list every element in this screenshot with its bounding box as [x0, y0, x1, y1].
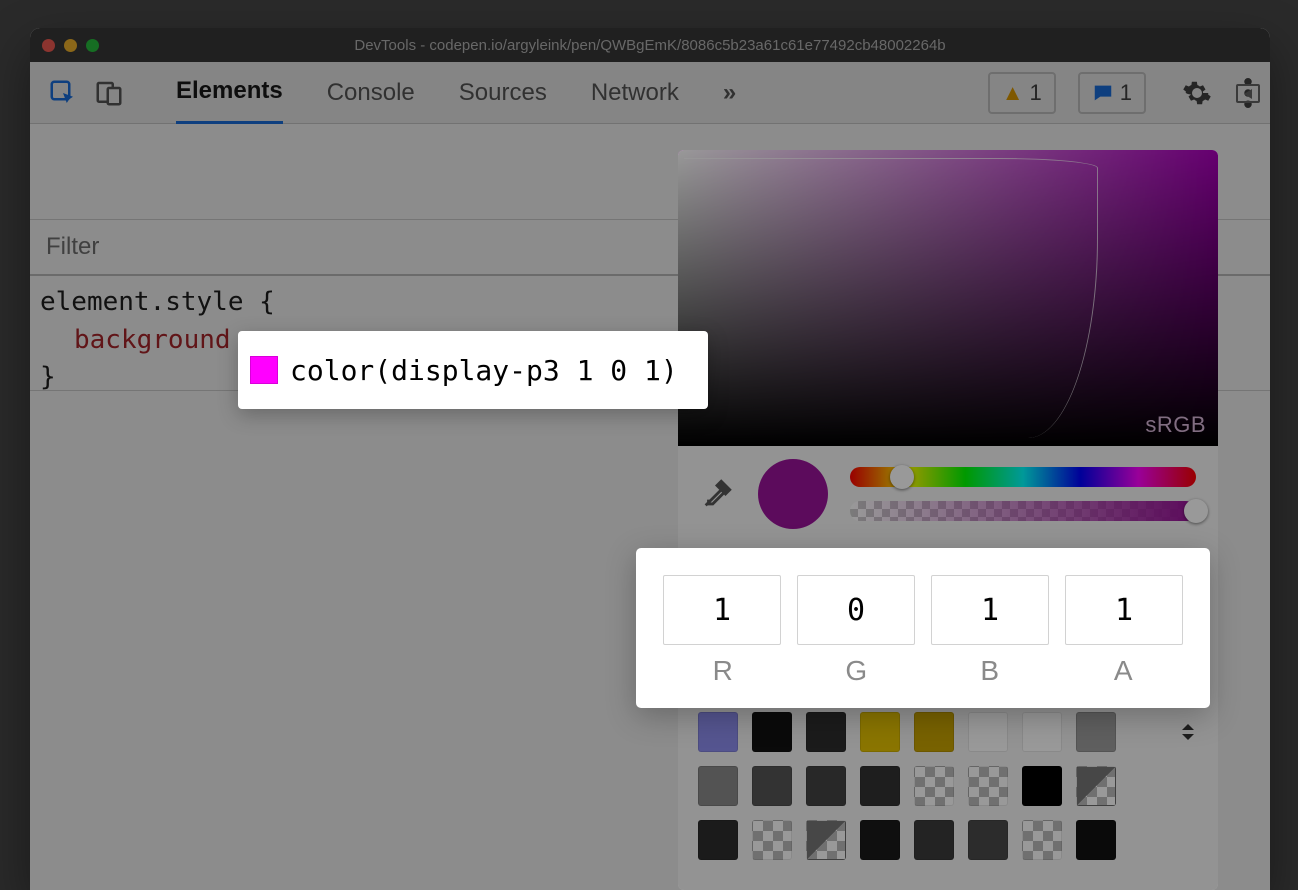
messages-badge[interactable]: 1	[1078, 72, 1146, 114]
warnings-badge[interactable]: ▲ 1	[988, 72, 1056, 114]
palette-chip[interactable]	[698, 820, 738, 860]
palette-chip[interactable]	[1076, 766, 1116, 806]
palette-chip[interactable]	[698, 766, 738, 806]
hue-slider[interactable]	[850, 467, 1196, 487]
palette-chip[interactable]	[752, 712, 792, 752]
palette-chip[interactable]	[914, 712, 954, 752]
palette-chip[interactable]	[806, 820, 846, 860]
palette-chip[interactable]	[968, 712, 1008, 752]
palette-chip[interactable]	[968, 766, 1008, 806]
settings-gear-icon[interactable]	[1182, 78, 1212, 108]
color-value-popover: color(display-p3 1 0 1)	[238, 331, 708, 409]
window-title: DevTools - codepen.io/argyleink/pen/QWBg…	[30, 37, 1270, 54]
label-b: B	[931, 655, 1049, 687]
tab-sources[interactable]: Sources	[459, 79, 547, 123]
palette-chip[interactable]	[968, 820, 1008, 860]
channel-b-input[interactable]	[931, 575, 1049, 645]
toggle-hover-icon[interactable]	[1236, 84, 1260, 103]
palette-chip[interactable]	[752, 820, 792, 860]
palette-chip[interactable]	[860, 712, 900, 752]
selector-open: element.style {	[40, 287, 275, 317]
label-g: G	[798, 655, 916, 687]
alpha-slider[interactable]	[850, 501, 1196, 521]
palette-chip[interactable]	[1022, 712, 1062, 752]
palette-chip[interactable]	[698, 712, 738, 752]
saturation-value-area[interactable]: sRGB	[678, 150, 1218, 446]
current-color-swatch	[758, 459, 828, 529]
palette-chip[interactable]	[914, 820, 954, 860]
minimize-window-button[interactable]	[64, 39, 77, 52]
messages-count: 1	[1120, 80, 1132, 106]
inspect-element-icon[interactable]	[48, 78, 78, 108]
palette-chip[interactable]	[860, 766, 900, 806]
css-property-name[interactable]: background	[74, 325, 231, 355]
gamut-label: sRGB	[1145, 412, 1206, 438]
device-toggle-icon[interactable]	[94, 78, 124, 108]
palette-chip[interactable]	[806, 766, 846, 806]
palette-expand-icon[interactable]	[1178, 724, 1198, 740]
titlebar: DevTools - codepen.io/argyleink/pen/QWBg…	[30, 28, 1270, 62]
palette-chip[interactable]	[1022, 820, 1062, 860]
palette-chip[interactable]	[1022, 766, 1062, 806]
gamut-boundary-line	[684, 158, 1098, 438]
channel-r-input[interactable]	[663, 575, 781, 645]
message-icon	[1092, 82, 1114, 104]
channel-g-input[interactable]	[797, 575, 915, 645]
palette-chip[interactable]	[914, 766, 954, 806]
window-controls	[42, 39, 99, 52]
label-r: R	[664, 655, 782, 687]
rgba-input-panel: R G B A	[636, 548, 1210, 708]
color-value-text[interactable]: color(display-p3 1 0 1)	[290, 354, 678, 387]
devtools-toolbar: Elements Console Sources Network » ▲ 1 1	[30, 62, 1270, 124]
close-window-button[interactable]	[42, 39, 55, 52]
palette-chip[interactable]	[1076, 712, 1116, 752]
color-palette	[678, 702, 1218, 870]
tab-console[interactable]: Console	[327, 79, 415, 123]
palette-chip[interactable]	[860, 820, 900, 860]
color-swatch-icon[interactable]	[250, 356, 278, 384]
palette-chip[interactable]	[752, 766, 792, 806]
label-a: A	[1065, 655, 1183, 687]
tab-network[interactable]: Network	[591, 79, 679, 123]
channel-a-input[interactable]	[1065, 575, 1183, 645]
tab-elements[interactable]: Elements	[176, 77, 283, 124]
maximize-window-button[interactable]	[86, 39, 99, 52]
tabs-overflow-button[interactable]: »	[723, 79, 736, 123]
hue-thumb[interactable]	[890, 465, 914, 489]
alpha-thumb[interactable]	[1184, 499, 1208, 523]
picker-controls-row	[678, 446, 1218, 542]
palette-chip[interactable]	[806, 712, 846, 752]
panel-tabs: Elements Console Sources Network »	[176, 61, 736, 124]
warning-icon: ▲	[1002, 80, 1024, 106]
palette-chip[interactable]	[1076, 820, 1116, 860]
color-picker-panel: sRGB	[678, 150, 1218, 890]
warnings-count: 1	[1030, 80, 1042, 106]
selector-close: }	[40, 362, 56, 392]
eyedropper-icon[interactable]	[700, 477, 736, 511]
